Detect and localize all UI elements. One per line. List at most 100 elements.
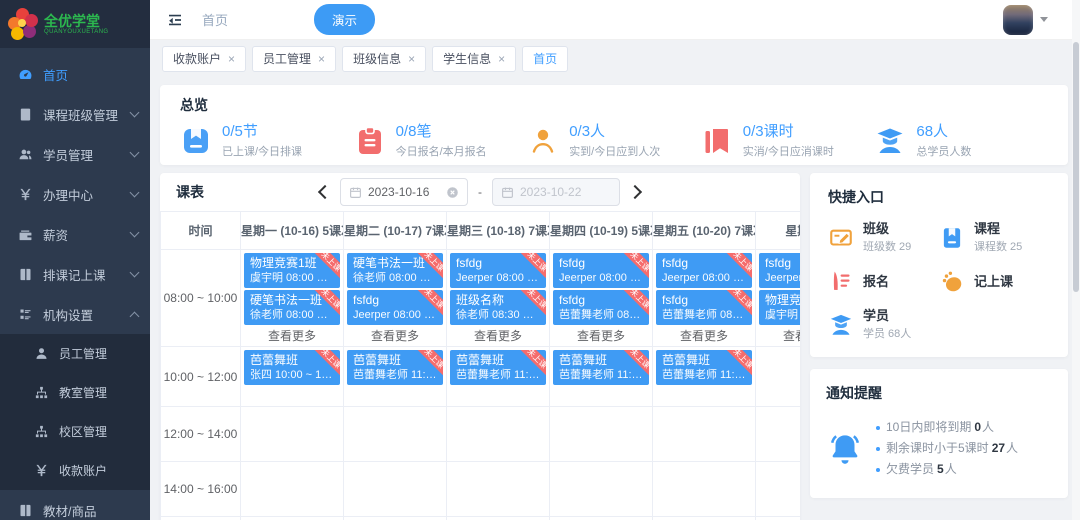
- class-block[interactable]: 硬笔书法一班徐老师 08:00 ~ 09:00未上课: [347, 253, 443, 288]
- doc-icon: [18, 107, 33, 122]
- sidebar-item-textbook-goods[interactable]: 教材/商品: [0, 490, 150, 520]
- class-block[interactable]: fsfdgJeerper 08:00 ~ 18:00未上课: [656, 253, 752, 288]
- quick-entry-signup[interactable]: 报名: [828, 268, 939, 294]
- schedule-column-header: 星期四 (10-19) 5课次: [549, 211, 653, 250]
- chevron-down-icon: [1040, 17, 1048, 22]
- sidebar-item-label: 教材/商品: [43, 504, 97, 519]
- user-avatar[interactable]: [1003, 4, 1033, 35]
- class-teacher-time: 芭蕾舞老师 08:30 ~ ...: [559, 309, 643, 321]
- schedule-column-header: 星期六 (: [755, 211, 800, 250]
- view-more-link[interactable]: 查看更多: [655, 327, 753, 345]
- sidebar-item-org-settings[interactable]: 机构设置: [0, 294, 150, 334]
- class-block[interactable]: fsfdg芭蕾舞老师 08:30 ~ ...未上课: [656, 290, 752, 325]
- class-teacher-time: Jeerper 08:00 ~ 18:00: [559, 272, 643, 284]
- chevron-down-icon: [129, 147, 140, 158]
- class-block[interactable]: 芭蕾舞班芭蕾舞老师 11:00 ~ ...未上课: [450, 350, 546, 385]
- book-icon: [18, 503, 33, 518]
- next-week-button[interactable]: [627, 184, 643, 200]
- tab-收款账户[interactable]: 收款账户 ×: [162, 45, 247, 72]
- tab-首页[interactable]: 首页: [522, 45, 569, 72]
- sidebar-submenu: 员工管理 教室管理校区管理收款账户: [0, 334, 150, 490]
- sidebar-item-classroom-mgmt[interactable]: 教室管理: [0, 373, 150, 412]
- user-icon: [34, 346, 49, 361]
- class-block[interactable]: fsfdgJeerper 08:00 ~ 18:00未上课: [759, 253, 800, 288]
- notification-count: 5: [937, 462, 944, 476]
- menu-fold-icon[interactable]: [166, 11, 184, 29]
- sidebar-item-staff-mgmt[interactable]: 员工管理: [0, 334, 150, 373]
- quick-entry-record-lesson[interactable]: 记上课: [939, 268, 1050, 294]
- sidebar-item-salary[interactable]: 薪资: [0, 214, 150, 254]
- tab-班级信息[interactable]: 班级信息 ×: [342, 45, 427, 72]
- quick-entry-student[interactable]: 学员 学员 68人: [828, 308, 939, 341]
- view-more-link[interactable]: 查看更多: [552, 327, 650, 345]
- close-icon[interactable]: ×: [498, 53, 505, 65]
- sidebar-item-home[interactable]: 首页: [0, 54, 150, 94]
- close-icon[interactable]: ×: [318, 53, 325, 65]
- quick-entry-title: 快捷入口: [828, 189, 884, 205]
- breadcrumb: 首页: [202, 13, 229, 28]
- dashboard-icon: [18, 67, 33, 82]
- schedule-column-header: 星期五 (10-20) 7课次: [652, 211, 756, 250]
- class-teacher-time: 徐老师 08:00 ~ 09:00: [250, 309, 334, 321]
- stat-value: 0/3人: [569, 123, 606, 140]
- class-block[interactable]: fsfdg芭蕾舞老师 08:30 ~ ...未上课: [553, 290, 649, 325]
- class-block[interactable]: 硬笔书法一班徐老师 08:00 ~ 09:00未上课: [244, 290, 340, 325]
- sidebar-item-payment-account[interactable]: 收款账户: [0, 451, 150, 490]
- sidebar-item-label: 机构设置: [43, 308, 94, 323]
- stat-item: 0/3人 实到/今日应到人次: [527, 123, 701, 159]
- content: 总览 0/5节 已上课/今日排课 0/8笔 今日报名/本月报名 0/3人 实到/今日应到人…: [150, 77, 1080, 520]
- sidebar-item-label: 收款账户: [59, 464, 108, 478]
- class-block[interactable]: fsfdgJeerper 08:00 ~ 18:00未上课: [553, 253, 649, 288]
- sidebar-item-label: 校区管理: [59, 425, 108, 439]
- date-from-input[interactable]: 2023-10-16: [340, 178, 468, 206]
- sidebar-item-label: 薪资: [43, 228, 69, 243]
- schedule-column-header: 星期三 (10-18) 7课次: [446, 211, 550, 250]
- main-area: 首页 演示 收款账户 × 员工管理 × 班级信息 × 学生信息 × 首页 总览 0/5节 已上课/…: [150, 0, 1080, 520]
- sidebar-menu: 首页课程班级管理学员管理 办理中心薪资排课记上课机构设置员工管理 教室管理校区管理收…: [0, 48, 150, 520]
- quick-entry-count: 学员 68人: [863, 328, 912, 340]
- view-more-link[interactable]: 查看更多: [346, 327, 444, 345]
- date-to-input[interactable]: 2023-10-22: [492, 178, 620, 206]
- class-block[interactable]: 芭蕾舞班芭蕾舞老师 11:00 ~ ...未上课: [656, 350, 752, 385]
- class-block[interactable]: 物理竞赛1班虞宇明 08:00 ~ 09:30未上课: [759, 290, 800, 325]
- sidebar-item-campus-mgmt[interactable]: 校区管理: [0, 412, 150, 451]
- notification-suffix: 人: [982, 420, 995, 434]
- tab-学生信息[interactable]: 学生信息 ×: [432, 45, 517, 72]
- close-icon[interactable]: ×: [228, 53, 235, 65]
- stat-value: 0/5节: [222, 123, 258, 140]
- clear-date-icon[interactable]: [446, 186, 459, 199]
- stat-item: 0/3课时 实消/今日应消课时: [701, 123, 875, 159]
- chevron-down-icon: [129, 107, 140, 118]
- sidebar-item-student-mgmt[interactable]: 学员管理: [0, 134, 150, 174]
- class-block[interactable]: 芭蕾舞班 张四 10:00 ~ 10:30 未上课: [244, 350, 340, 385]
- view-more-link[interactable]: 查看更多: [449, 327, 547, 345]
- class-block[interactable]: fsfdgJeerper 08:00 ~ 18:00未上课: [347, 290, 443, 325]
- class-block[interactable]: 班级名称徐老师 08:30 ~ 10:00未上课: [450, 290, 546, 325]
- tab-员工管理[interactable]: 员工管理 ×: [252, 45, 337, 72]
- sidebar-item-service-center[interactable]: 办理中心: [0, 174, 150, 214]
- sidebar-item-schedule-attendance[interactable]: 排课记上课: [0, 254, 150, 294]
- sidebar-item-course-class-mgmt[interactable]: 课程班级管理: [0, 94, 150, 134]
- quick-entry-class[interactable]: 班级 班级数 29: [828, 221, 939, 254]
- class-block[interactable]: 芭蕾舞班芭蕾舞老师 11:00 ~ ...未上课: [553, 350, 649, 385]
- quick-entry-count: 班级数 29: [863, 241, 912, 253]
- scrollbar-thumb[interactable]: [1073, 42, 1079, 292]
- quick-entry-course[interactable]: 课程 课程数 25: [939, 221, 1050, 254]
- sidebar-item-label: 课程班级管理: [43, 108, 119, 123]
- view-more-link[interactable]: 查看更多: [758, 327, 800, 345]
- stat-item: 68人 总学员人数: [874, 123, 1048, 159]
- view-more-link[interactable]: 查看更多: [243, 327, 341, 345]
- sidebar: 全优学堂 QUANYOUXUETANG 首页课程班级管理学员管理 办理中心薪资排课…: [0, 0, 150, 520]
- overview-card: 总览 0/5节 已上课/今日排课 0/8笔 今日报名/本月报名 0/3人 实到/今日应到人…: [160, 85, 1068, 165]
- stat-label: 总学员人数: [916, 146, 972, 158]
- logo: 全优学堂 QUANYOUXUETANG: [0, 0, 150, 48]
- prev-week-button[interactable]: [317, 184, 333, 200]
- class-block[interactable]: 物理竞赛1班虞宇明 08:00 ~ 09:30未上课: [244, 253, 340, 288]
- class-block[interactable]: 芭蕾舞班芭蕾舞老师 11:00 ~ ...未上课: [347, 350, 443, 385]
- stat-value: 0/3课时: [742, 123, 794, 140]
- demo-button[interactable]: 演示: [314, 4, 376, 35]
- calendar-icon: [350, 187, 361, 198]
- notifications-title: 通知提醒: [826, 385, 882, 401]
- class-block[interactable]: fsfdgJeerper 08:00 ~ 18:00未上课: [450, 253, 546, 288]
- close-icon[interactable]: ×: [408, 53, 415, 65]
